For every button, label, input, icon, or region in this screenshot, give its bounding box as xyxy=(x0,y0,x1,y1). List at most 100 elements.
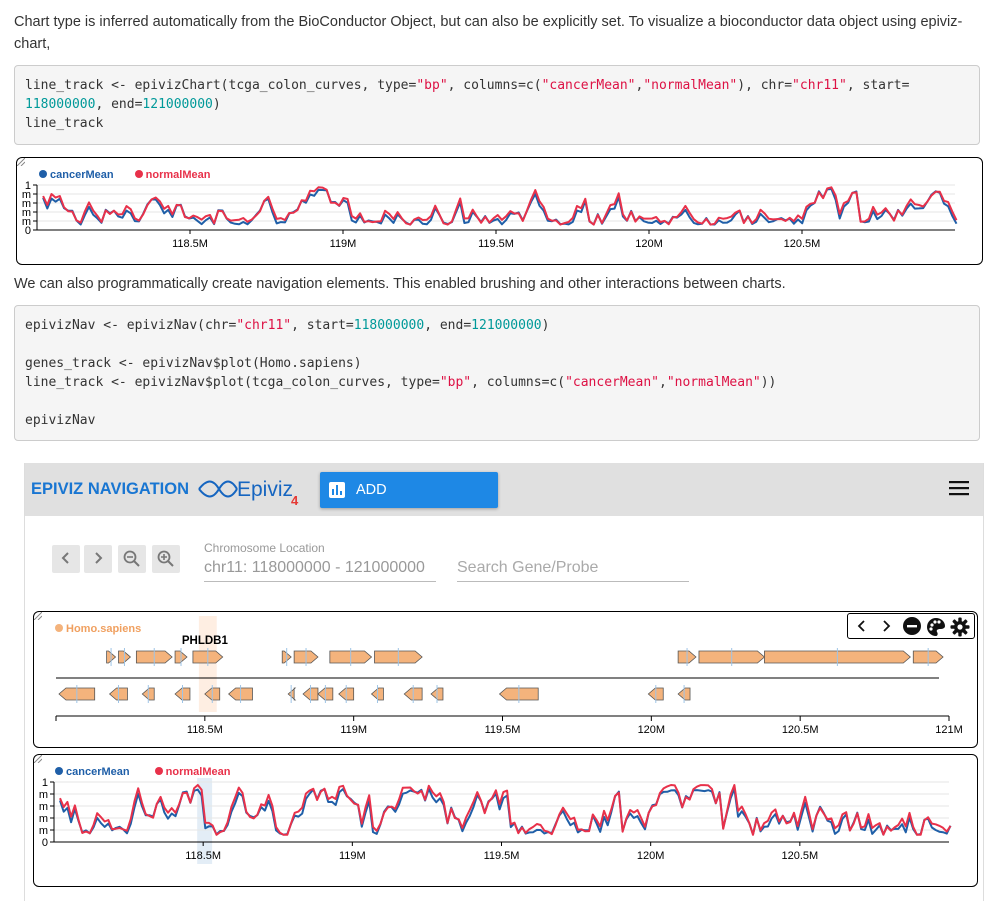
add-visualization-label: ADD VISUALIZATION xyxy=(356,482,464,534)
code-token: line_track xyxy=(25,116,104,131)
code-token: genes_track <- epivizNav$plot(Homo.sapie… xyxy=(25,356,362,371)
code-token: , columns=c( xyxy=(447,78,542,93)
code-token: "normalMean" xyxy=(643,78,738,93)
code-token: "cancerMean" xyxy=(565,375,659,390)
x-tick-label: 119M xyxy=(340,724,367,736)
y-tick-label: 1 xyxy=(42,777,48,789)
chevron-left-icon xyxy=(857,620,865,632)
x-tick-label: 119M xyxy=(330,238,357,250)
line-track-chart[interactable]: cancerMean normalMean 0 m m m m 1 118.5M 119M 11… xyxy=(16,157,983,265)
code-token: "cancerMean" xyxy=(541,78,636,93)
series-normalMean xyxy=(42,186,958,226)
code-token: epivizNav xyxy=(25,413,96,428)
code-token: 118000000 xyxy=(353,318,425,333)
epiviz-logo-icon: Epiviz 4 xyxy=(198,478,299,508)
x-tick-label: 120.5M xyxy=(784,238,821,250)
x-tick-label: 118.5M xyxy=(187,724,223,736)
code-token: "bp" xyxy=(439,375,472,390)
code-line: line_track xyxy=(25,114,969,133)
line-track-plot[interactable]: 0mmmm1118.5M 119M 119.5M 120M 120.5M xyxy=(17,158,983,265)
code-token: ), chr= xyxy=(737,78,793,93)
chevron-right-icon xyxy=(883,620,891,632)
x-tick-label: 121M xyxy=(935,724,963,736)
code-token: "chr11" xyxy=(792,78,847,93)
nav-title: EPIVIZ NAVIGATION xyxy=(31,480,189,498)
intro-paragraph: Chart type is inferred automatically fro… xyxy=(14,14,963,52)
zoom-in-button[interactable] xyxy=(152,545,180,573)
code-token: , xyxy=(658,375,667,390)
code-token: "chr11" xyxy=(236,318,292,333)
chevron-left-icon xyxy=(61,552,69,564)
genes-track-plot[interactable]: PHLDB1 118.5M 119M 119.5M 120M 120.5M 121M xyxy=(34,612,978,748)
menu-icon[interactable] xyxy=(949,480,969,496)
y-tick-label: 1 xyxy=(25,180,31,192)
bar-chart-icon xyxy=(329,482,345,498)
chevron-right-icon xyxy=(95,552,103,564)
x-tick-label: 120M xyxy=(637,850,665,862)
code-line: genes_track <- epivizNav$plot(Homo.sapie… xyxy=(25,354,969,373)
minus-circle-icon xyxy=(903,617,921,635)
code-token: 121000000 xyxy=(471,318,542,333)
nav-right-button[interactable] xyxy=(84,545,112,573)
y-tick-label: 0 xyxy=(42,837,48,849)
zoom-in-icon xyxy=(157,550,174,567)
x-tick-label: 119.5M xyxy=(485,724,521,736)
code-line: line_track <- epivizNav$plot(tcga_colon_… xyxy=(25,373,969,392)
x-tick-label: 119.5M xyxy=(478,238,514,250)
app-toolbar: EPIVIZ NAVIGATION Epiviz 4 ADD VISUALIZA… xyxy=(25,463,983,534)
code-token: epivizNav <- epivizNav(chr= xyxy=(25,318,237,333)
y-tick-label: m xyxy=(39,813,48,825)
zoom-out-button[interactable] xyxy=(118,545,146,573)
add-visualization-button[interactable]: ADD VISUALIZATION xyxy=(320,472,498,534)
x-tick-label: 118.5M xyxy=(172,238,208,250)
code-token: 118000000 xyxy=(25,97,96,112)
series-normalMean xyxy=(59,784,952,836)
chromosome-location-label: Chromosome Location xyxy=(204,541,325,555)
epiviz-navigation-app: EPIVIZ NAVIGATION Epiviz 4 ADD VISUALIZA… xyxy=(24,463,984,901)
chart-toolbar xyxy=(847,613,975,639)
x-tick-label: 120M xyxy=(635,238,663,250)
y-tick-label: m xyxy=(39,789,48,801)
resize-handle-icon[interactable] xyxy=(34,755,42,763)
nav-line-track-chart[interactable]: cancerMean normalMean 0 m m m m 1 118.5M 119M 11… xyxy=(33,754,978,887)
code-token: "normalMean" xyxy=(666,375,761,390)
nav-left-button[interactable] xyxy=(52,545,80,573)
x-tick-label: 118.5M xyxy=(185,850,221,862)
x-tick-label: 119.5M xyxy=(484,850,520,862)
code-token: ) xyxy=(541,318,550,333)
code-token: )) xyxy=(760,375,777,390)
x-tick-label: 119M xyxy=(339,850,366,862)
chromosome-location-input[interactable]: chr11: 118000000 - 121000000 xyxy=(204,559,436,582)
nav-line-track-plot[interactable]: 0mmmm1118.5M 119M 119.5M 120M 120.5M xyxy=(34,755,978,887)
gear-icon xyxy=(950,617,970,637)
logo-wordmark: Epiviz xyxy=(237,478,293,501)
y-tick-label: m xyxy=(39,825,48,837)
code-token: , start= xyxy=(846,78,910,93)
code-block-epivizchart: line_track <- epivizChart(tcga_colon_cur… xyxy=(14,65,980,145)
y-tick-label: m xyxy=(39,801,48,813)
search-gene-input[interactable]: Search Gene/Probe xyxy=(457,559,689,582)
palette-icon xyxy=(927,618,945,636)
resize-handle-icon[interactable] xyxy=(34,612,42,620)
code-token: line_track <- epivizNav$plot(tcga_colon_… xyxy=(25,375,440,390)
code-token: , end= xyxy=(95,97,143,112)
code-line: line_track <- epivizChart(tcga_colon_cur… xyxy=(25,76,969,95)
x-tick-label: 120M xyxy=(638,724,666,736)
x-tick-label: 120.5M xyxy=(781,850,818,862)
code-token: , end= xyxy=(424,318,472,333)
genes-track-chart[interactable]: Homo.sapiens PHLDB1 118.5M 119M 119.5M 120M 1… xyxy=(33,611,978,748)
nav-paragraph: We can also programmatically create navi… xyxy=(14,276,786,292)
code-line: epivizNav xyxy=(25,411,969,430)
x-tick-label: 120.5M xyxy=(782,724,819,736)
code-token: , start= xyxy=(291,318,354,333)
series-cancerMean xyxy=(59,787,952,836)
code-token: 121000000 xyxy=(142,97,213,112)
resize-handle-icon[interactable] xyxy=(17,158,25,166)
gene-label: PHLDB1 xyxy=(182,635,229,647)
code-token: ) xyxy=(212,97,221,112)
zoom-out-icon xyxy=(123,550,140,567)
logo-version: 4 xyxy=(291,493,299,508)
code-token: , columns=c( xyxy=(471,375,566,390)
